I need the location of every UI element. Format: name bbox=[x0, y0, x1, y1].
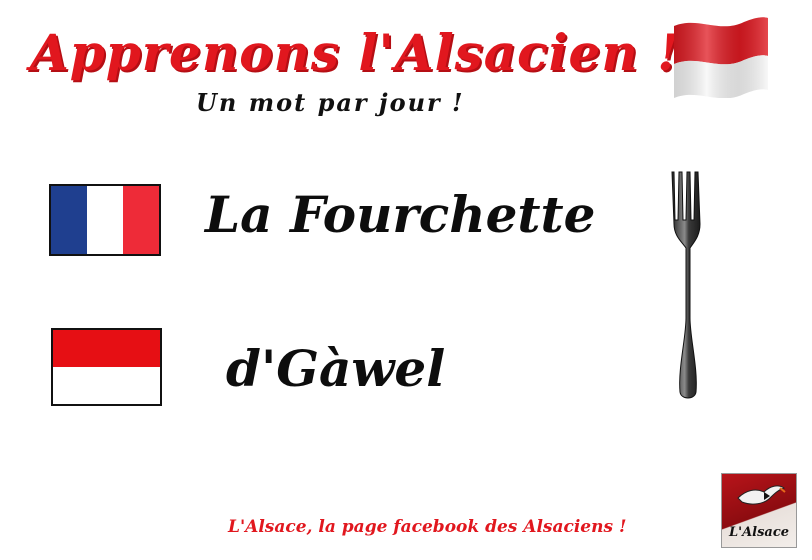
alsatian-word: d'Gàwel bbox=[226, 339, 446, 398]
france-flag-blue-band bbox=[51, 186, 87, 254]
lalsace-badge[interactable]: L'Alsace bbox=[721, 473, 797, 548]
alsace-flag-red-band bbox=[53, 330, 160, 367]
fork-icon bbox=[671, 171, 701, 399]
stork-icon bbox=[737, 485, 786, 505]
badge-label: L'Alsace bbox=[728, 525, 790, 540]
alsace-flag-white-band bbox=[53, 367, 160, 404]
page-title: Apprenons l'Alsacien ! bbox=[30, 23, 681, 82]
page-subtitle: Un mot par jour ! bbox=[196, 88, 465, 117]
france-flag-icon bbox=[49, 184, 161, 256]
alsace-flag-small-icon bbox=[51, 328, 162, 406]
france-flag-white-band bbox=[87, 186, 123, 254]
french-word: La Fourchette bbox=[205, 185, 596, 244]
france-flag-red-band bbox=[123, 186, 159, 254]
alsace-flag-icon bbox=[674, 17, 768, 98]
footer-text: L'Alsace, la page facebook des Alsaciens… bbox=[228, 517, 627, 537]
